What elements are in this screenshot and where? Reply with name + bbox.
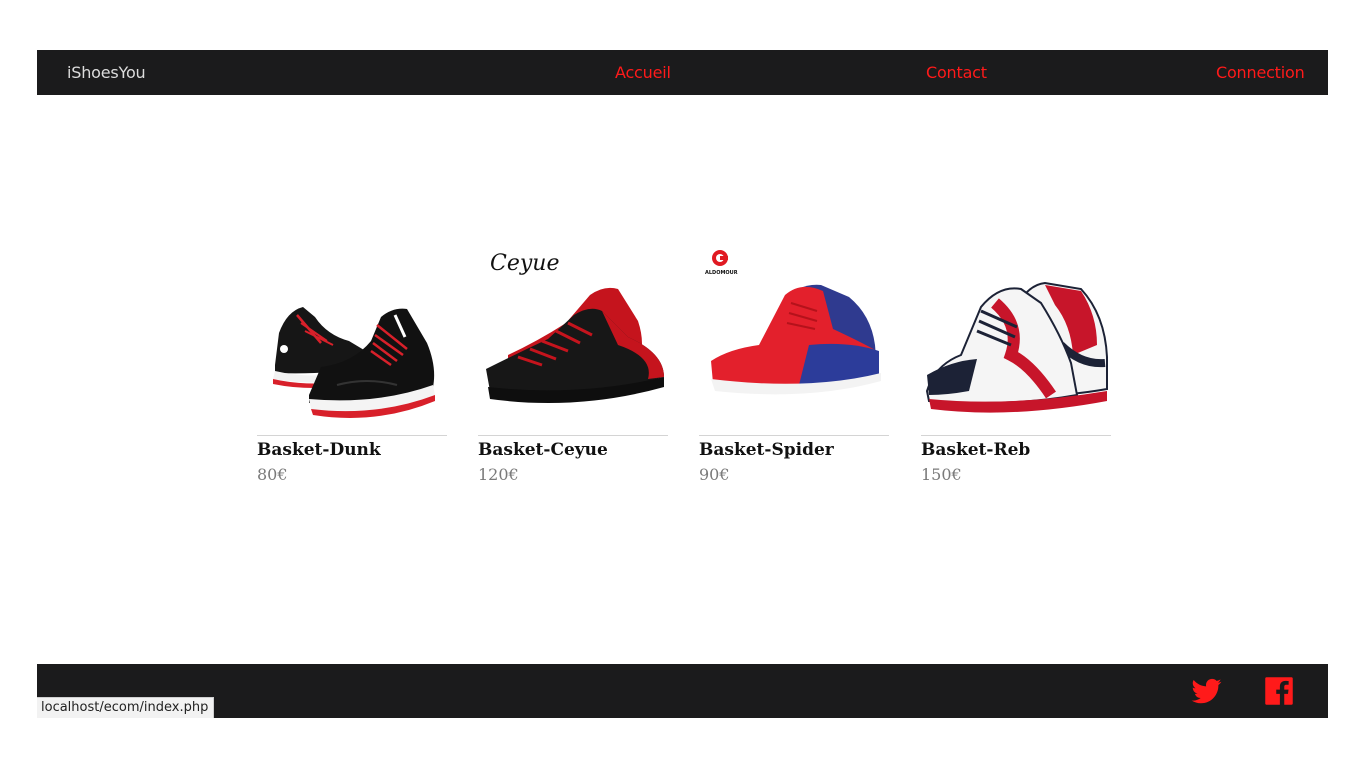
product-name[interactable]: Basket-Spider — [699, 440, 834, 460]
nav-link-contact[interactable]: Contact — [926, 63, 987, 82]
product-card[interactable]: Basket-Dunk 80€ — [257, 245, 447, 490]
facebook-icon[interactable] — [1263, 676, 1295, 706]
divider — [699, 435, 889, 436]
nav-link-connection[interactable]: Connection — [1216, 63, 1305, 82]
product-name[interactable]: Basket-Dunk — [257, 440, 381, 460]
product-image[interactable]: ALDOMOUR — [699, 245, 889, 433]
footer — [37, 664, 1328, 718]
product-image[interactable]: Ceyue — [478, 245, 668, 433]
product-price: 80€ — [257, 465, 288, 484]
nav-link-accueil[interactable]: Accueil — [615, 63, 671, 82]
navbar: iShoesYou Accueil Contact Connection — [37, 50, 1328, 95]
product-name[interactable]: Basket-Reb — [921, 440, 1030, 460]
brand-link[interactable]: iShoesYou — [67, 63, 146, 82]
divider — [478, 435, 668, 436]
product-card[interactable]: Ceyue Basket-Ceyue 120€ — [478, 245, 668, 490]
divider — [257, 435, 447, 436]
product-image[interactable] — [257, 245, 447, 433]
product-price: 120€ — [478, 465, 519, 484]
browser-status-url: localhost/ecom/index.php — [37, 697, 215, 718]
product-name[interactable]: Basket-Ceyue — [478, 440, 608, 460]
product-image[interactable] — [921, 245, 1111, 433]
twitter-icon[interactable] — [1191, 676, 1223, 706]
divider — [921, 435, 1111, 436]
product-grid: Basket-Dunk 80€ Ceyue Basket-Ceyue 120€ — [257, 245, 1117, 495]
product-card[interactable]: Basket-Reb 150€ — [921, 245, 1111, 490]
product-card[interactable]: ALDOMOUR Basket-Spider 90€ — [699, 245, 889, 490]
product-price: 150€ — [921, 465, 962, 484]
product-price: 90€ — [699, 465, 730, 484]
